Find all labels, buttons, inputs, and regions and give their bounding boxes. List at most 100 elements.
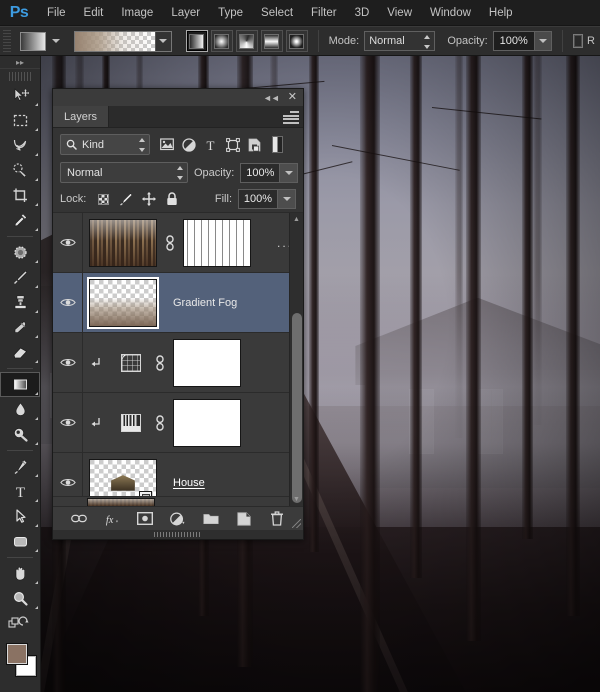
fill-dropdown[interactable]: [278, 189, 296, 209]
menu-edit[interactable]: Edit: [75, 0, 113, 26]
quick-mask-button[interactable]: [0, 688, 40, 692]
layer-opacity-input[interactable]: 100%: [240, 163, 280, 183]
opacity-dropdown[interactable]: [535, 31, 552, 51]
eyedropper-tool[interactable]: [0, 208, 40, 233]
quick-selection-tool[interactable]: [0, 158, 40, 183]
menu-help[interactable]: Help: [480, 0, 522, 26]
layer-opacity-dropdown[interactable]: [280, 163, 298, 183]
scroll-up-icon[interactable]: ▲: [290, 213, 303, 226]
layer-mask-thumbnail[interactable]: [173, 339, 241, 387]
new-group-button[interactable]: [203, 511, 219, 527]
smart-object-filter-icon[interactable]: [247, 137, 262, 152]
layer-thumbnail[interactable]: [89, 219, 157, 267]
add-layer-style-button[interactable]: fx: [104, 511, 120, 527]
layer-name[interactable]: House: [163, 477, 303, 489]
foreground-color-swatch[interactable]: [7, 644, 27, 664]
adjustment-thumbnail-cell[interactable]: [109, 414, 153, 432]
partial-layer-row[interactable]: [53, 496, 303, 506]
layer-thumbnail[interactable]: [89, 279, 157, 327]
adjustment-filter-icon[interactable]: [181, 137, 196, 152]
brush-tool[interactable]: [0, 265, 40, 290]
move-tool[interactable]: [0, 83, 40, 108]
layer-blend-mode-select[interactable]: Normal: [60, 162, 188, 183]
pixel-filter-icon[interactable]: [159, 137, 174, 152]
levels-adjustment-icon[interactable]: [121, 414, 141, 432]
pen-tool[interactable]: [0, 454, 40, 479]
panel-menu-icon[interactable]: [283, 111, 299, 124]
delete-layer-button[interactable]: [269, 511, 285, 527]
menu-filter[interactable]: Filter: [302, 0, 346, 26]
angle-gradient-button[interactable]: [236, 30, 258, 52]
horizontal-type-tool[interactable]: T: [0, 479, 40, 504]
menu-type[interactable]: Type: [209, 0, 252, 26]
collapse-to-icons-icon[interactable]: ◄◄: [263, 93, 279, 103]
menu-file[interactable]: File: [38, 0, 75, 26]
eraser-tool[interactable]: [0, 340, 40, 365]
layer-name[interactable]: Gradient Fog: [163, 297, 303, 309]
gradient-picker-dropdown[interactable]: [155, 32, 171, 51]
menu-image[interactable]: Image: [112, 0, 162, 26]
spot-healing-brush-tool[interactable]: [0, 240, 40, 265]
new-layer-button[interactable]: [236, 511, 252, 527]
layer-visibility-toggle[interactable]: [53, 273, 83, 332]
lock-position-icon[interactable]: [142, 192, 156, 206]
lock-all-icon[interactable]: [165, 192, 179, 206]
layer-mask-thumbnail-cell[interactable]: [167, 399, 247, 447]
layer-visibility-toggle[interactable]: [53, 393, 83, 452]
mask-link-icon[interactable]: [153, 415, 167, 431]
edit-toolbar-button[interactable]: [0, 611, 40, 636]
fill-input[interactable]: 100%: [238, 189, 278, 209]
layer-visibility-toggle[interactable]: [53, 333, 83, 392]
filter-enable-toggle[interactable]: [272, 136, 283, 153]
menu-3d[interactable]: 3D: [346, 0, 379, 26]
add-layer-mask-button[interactable]: [137, 511, 153, 527]
path-selection-tool[interactable]: [0, 504, 40, 529]
lasso-tool[interactable]: [0, 133, 40, 158]
panel-title-bar[interactable]: ◄◄ ✕: [53, 89, 303, 107]
scroll-down-icon[interactable]: ▼: [290, 493, 303, 506]
table-row[interactable]: Gradient Fog: [53, 273, 303, 333]
crop-tool[interactable]: [0, 183, 40, 208]
menu-window[interactable]: Window: [421, 0, 480, 26]
panel-resize-grip[interactable]: [292, 519, 301, 528]
tab-layers[interactable]: Layers: [53, 106, 109, 127]
table-row[interactable]: ...: [53, 213, 303, 273]
gradient-picker[interactable]: [74, 31, 172, 52]
radial-gradient-button[interactable]: [211, 30, 233, 52]
layer-mask-thumbnail-cell[interactable]: [177, 219, 257, 267]
adjustment-thumbnail-cell[interactable]: [109, 354, 153, 372]
rectangular-marquee-tool[interactable]: [0, 108, 40, 133]
table-row[interactable]: [53, 393, 303, 453]
diamond-gradient-button[interactable]: [286, 30, 308, 52]
reverse-checkbox[interactable]: [573, 34, 583, 48]
dodge-tool[interactable]: [0, 422, 40, 447]
layer-mask-thumbnail-cell[interactable]: [167, 339, 247, 387]
table-row[interactable]: [53, 333, 303, 393]
shape-filter-icon[interactable]: [225, 137, 240, 152]
linear-gradient-button[interactable]: [186, 30, 208, 52]
lock-transparent-pixels-icon[interactable]: [96, 192, 110, 206]
gradient-tool[interactable]: [0, 372, 40, 397]
layer-visibility-toggle[interactable]: [53, 213, 83, 272]
filter-kind-select[interactable]: Kind: [60, 134, 150, 155]
tools-panel-grip[interactable]: [9, 72, 31, 81]
reflected-gradient-button[interactable]: [261, 30, 283, 52]
menu-layer[interactable]: Layer: [162, 0, 209, 26]
type-filter-icon[interactable]: T: [203, 137, 218, 152]
close-icon[interactable]: ✕: [288, 92, 297, 103]
opacity-input[interactable]: 100%: [493, 31, 535, 51]
history-brush-tool[interactable]: [0, 315, 40, 340]
menu-view[interactable]: View: [378, 0, 421, 26]
layer-mask-thumbnail[interactable]: [183, 219, 251, 267]
hand-tool[interactable]: [0, 561, 40, 586]
rounded-rectangle-tool[interactable]: [0, 529, 40, 554]
layer-thumbnail-cell[interactable]: [83, 279, 163, 327]
curves-adjustment-icon[interactable]: [121, 354, 141, 372]
tools-panel-collapse[interactable]: ▸▸: [0, 56, 40, 69]
scrollbar-thumb[interactable]: [292, 313, 302, 503]
tool-preset-picker[interactable]: [20, 32, 60, 51]
layers-list[interactable]: ... Gradient Fog: [53, 212, 303, 506]
new-adjustment-layer-button[interactable]: [170, 511, 186, 527]
link-layers-button[interactable]: [71, 511, 87, 527]
layer-mask-thumbnail[interactable]: [173, 399, 241, 447]
